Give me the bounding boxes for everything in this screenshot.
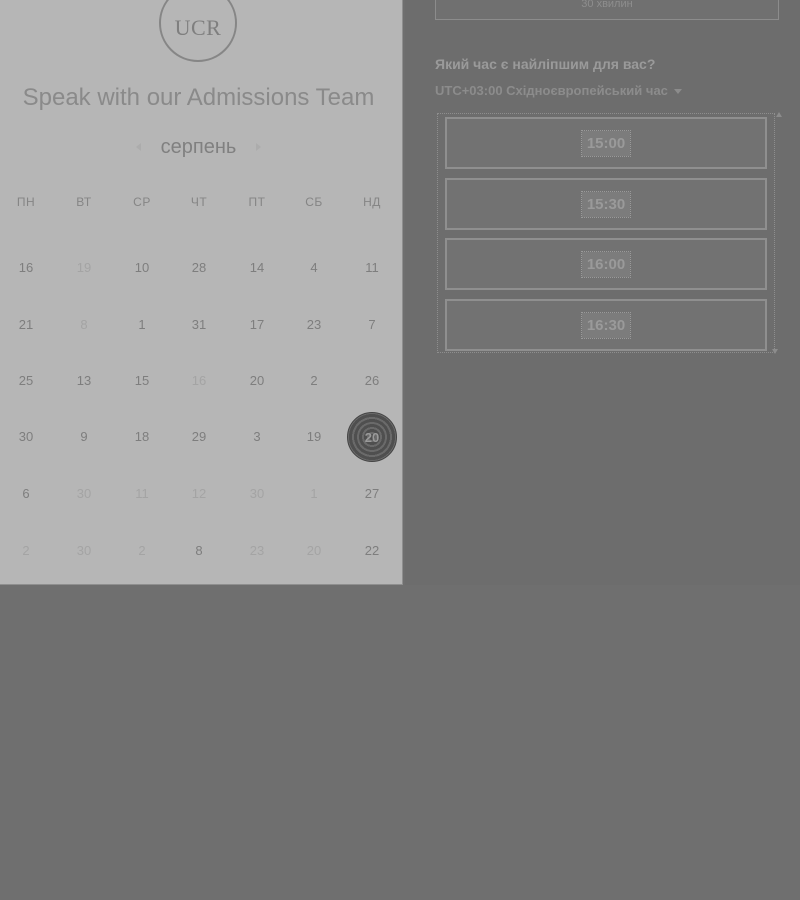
calendar-day: 23 [249, 543, 265, 558]
time-question: Який час є найліпшим для вас? [435, 56, 656, 72]
weekday-label: ПТ [248, 195, 266, 209]
scroll-up-icon[interactable] [776, 112, 782, 117]
calendar-day[interactable]: 18 [113, 428, 171, 446]
page-title: Speak with our Admissions Team [22, 84, 375, 111]
weekday-header: ПН ВТ СР ЧТ ПТ СБ НД [0, 195, 400, 213]
weekday-label: СР [133, 195, 151, 209]
calendar-day[interactable]: 13 [55, 372, 113, 390]
calendar-day-selected[interactable]: 20 [347, 412, 397, 462]
calendar-day[interactable]: 8 [170, 542, 228, 560]
calendar-day[interactable]: 29 [170, 428, 228, 446]
calendar-day[interactable]: 22 [343, 542, 401, 560]
chevron-right-icon[interactable] [256, 143, 262, 151]
calendar-day[interactable]: 17 [228, 316, 286, 334]
calendar-day: 12 [191, 486, 207, 501]
calendar-day[interactable]: 16 [0, 259, 55, 277]
calendar-day[interactable]: 2 [285, 372, 343, 390]
timezone-label: UTC+03:00 Східноєвропейський час [435, 83, 668, 98]
calendar-day[interactable]: 19 [285, 428, 343, 446]
calendar-day[interactable]: 21 [0, 316, 55, 334]
calendar-day: 20 [306, 543, 322, 558]
time-slot-button[interactable]: 16:00 [445, 238, 767, 290]
weekday-label: СБ [305, 195, 323, 209]
scroll-down-icon[interactable] [772, 349, 778, 354]
calendar-day[interactable]: 10 [113, 259, 171, 277]
duration-label: 30 хвилин [581, 0, 633, 10]
calendar-day[interactable]: 23 [285, 316, 343, 334]
month-navigation: серпень [0, 134, 397, 160]
calendar-day: 11 [135, 486, 149, 501]
calendar-day[interactable]: 1 [113, 316, 171, 334]
calendar-day[interactable]: 28 [170, 259, 228, 277]
calendar-day: 8 [80, 317, 88, 332]
time-slot-label: 16:00 [580, 250, 632, 278]
calendar-day[interactable]: 14 [228, 259, 286, 277]
time-slot-list: 15:00 15:30 16:00 16:30 [437, 113, 775, 353]
time-slot-button[interactable]: 16:30 [445, 299, 767, 351]
calendar-day: 2 [138, 543, 146, 558]
chevron-down-icon [673, 89, 682, 95]
calendar-day[interactable]: 15 [113, 372, 171, 390]
calendar-day[interactable]: 26 [343, 372, 401, 390]
calendar-day: 30 [249, 486, 265, 501]
calendar-day[interactable]: 31 [170, 316, 228, 334]
calendar-day[interactable]: 30 [0, 428, 55, 446]
weekday-label: ПН [16, 195, 36, 209]
calendar-day: 30 [76, 543, 92, 558]
calendar-day[interactable]: 20 [228, 372, 286, 390]
calendar-day[interactable]: 7 [343, 316, 401, 334]
time-slot-label: 15:30 [580, 190, 632, 218]
weekday-label: ВТ [76, 195, 92, 209]
time-slot-button[interactable]: 15:30 [445, 178, 767, 230]
calendar-day[interactable]: 4 [285, 259, 343, 277]
calendar-day[interactable]: 9 [55, 428, 113, 446]
month-label: серпень [160, 135, 237, 158]
logo-text: UCR [174, 15, 222, 40]
calendar-day[interactable]: 3 [228, 428, 286, 446]
timezone-selector[interactable]: UTC+03:00 Східноєвропейський час [435, 83, 682, 98]
weekday-label: НД [363, 195, 381, 209]
time-slot-label: 15:00 [580, 129, 632, 157]
calendar-day[interactable]: 27 [343, 485, 401, 503]
calendar-panel: UCR Speak with our Admissions Team серпе… [0, 0, 403, 585]
calendar-day[interactable]: 6 [0, 485, 55, 503]
weekday-label: ЧТ [190, 195, 208, 209]
calendar-day: 19 [76, 260, 92, 275]
time-slot-label: 16:30 [580, 311, 632, 339]
time-slot-button[interactable]: 15:00 [445, 117, 767, 169]
calendar-day[interactable]: 11 [343, 259, 401, 277]
duration-box: 30 хвилин [435, 0, 779, 20]
calendar-day: 1 [310, 486, 318, 501]
booking-panel: 30 хвилин Який час є найліпшим для вас? … [405, 0, 800, 585]
calendar-day[interactable]: 25 [0, 372, 55, 390]
chevron-left-icon[interactable] [135, 143, 141, 151]
ucr-logo: UCR [159, 0, 237, 62]
calendar-day: 16 [191, 373, 207, 388]
calendar-day: 30 [76, 486, 92, 501]
calendar-day: 2 [22, 543, 30, 558]
